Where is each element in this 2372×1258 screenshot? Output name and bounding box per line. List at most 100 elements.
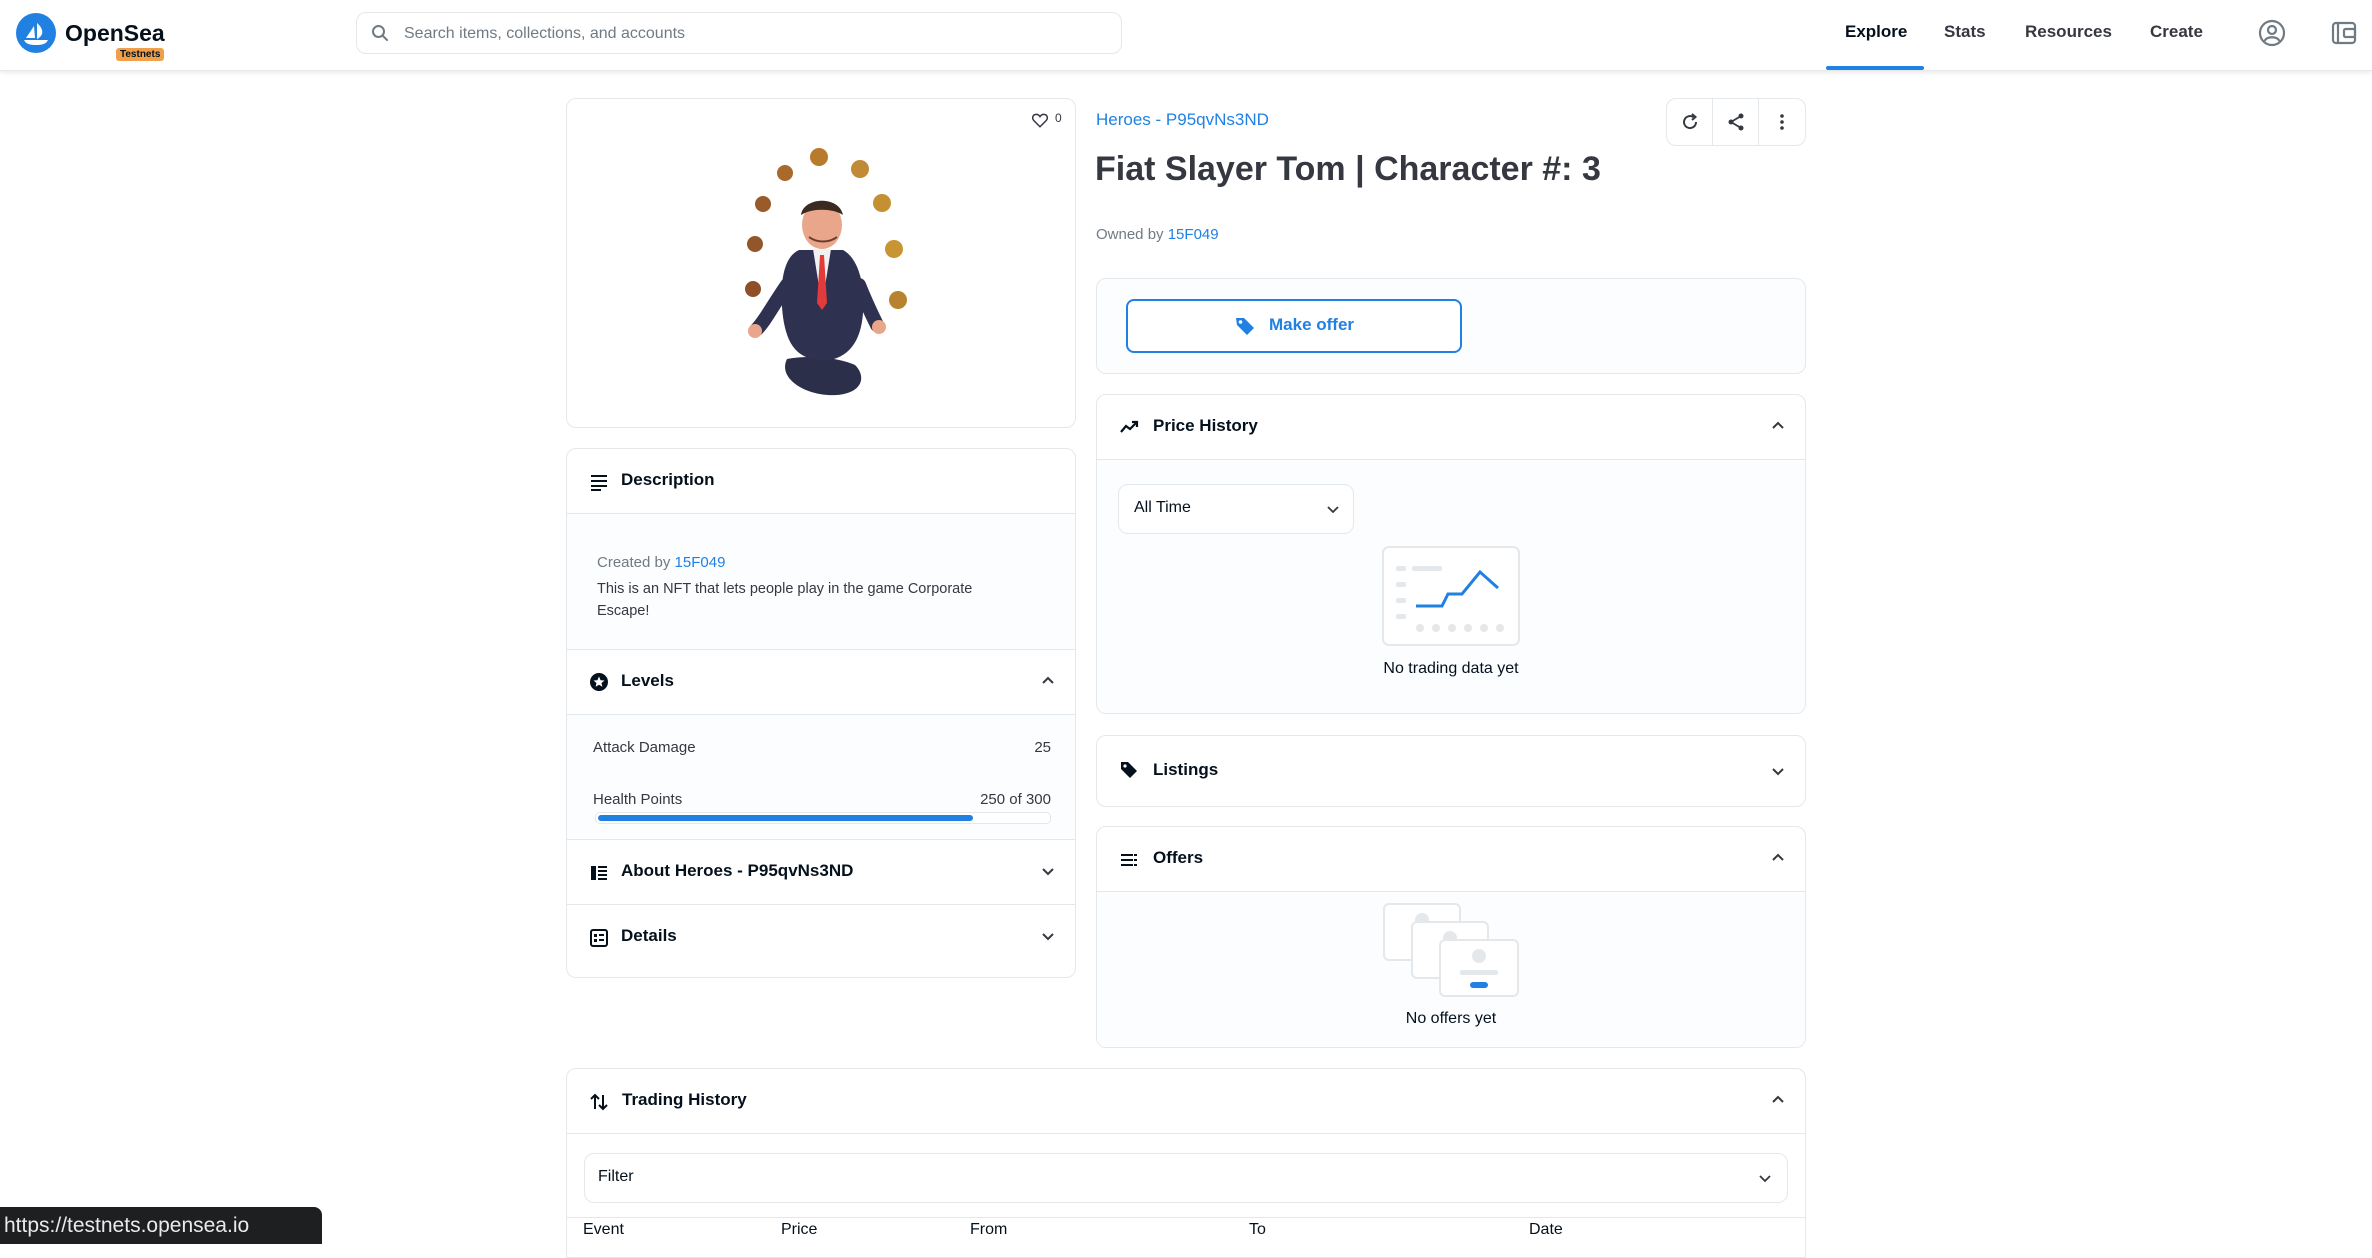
offer-card: Make offer [1096, 278, 1806, 374]
time-range-value: All Time [1134, 499, 1191, 516]
price-history-panel: Price History All Time No trading data y… [1096, 394, 1806, 714]
column-header-from: From [970, 1221, 1008, 1238]
owner-line: Owned by 15F049 [1096, 226, 1219, 243]
price-history-header[interactable]: Price History [1097, 395, 1805, 460]
price-history-title: Price History [1153, 416, 1258, 435]
about-title: About Heroes - P95qvNs3ND [621, 861, 854, 880]
search-bar[interactable] [356, 12, 1122, 55]
nft-image-card: 0 [566, 98, 1076, 428]
refresh-icon [1683, 113, 1698, 130]
filter-label: Filter [598, 1168, 634, 1185]
collection-info-icon [591, 866, 607, 880]
tag-icon [1236, 318, 1254, 335]
price-history-empty: No trading data yet [1383, 660, 1519, 677]
offers-header[interactable]: Offers [1097, 827, 1805, 892]
details-title: Details [621, 926, 677, 945]
description-body: Created by 15F049 This is an NFT that le… [567, 514, 1075, 650]
nft-image[interactable] [717, 145, 927, 407]
empty-offers-icon [1383, 903, 1519, 997]
chevron-up-icon[interactable] [1769, 849, 1787, 867]
search-input[interactable] [402, 13, 1106, 55]
empty-chart-icon [1382, 546, 1520, 646]
levels-body: Attack Damage 25 Health Points 250 of 30… [567, 715, 1075, 840]
details-icon [590, 929, 608, 947]
trading-history-panel: Trading History Filter [566, 1068, 1806, 1258]
chevron-up-icon[interactable] [1769, 1091, 1787, 1109]
opensea-logo-icon[interactable] [16, 13, 56, 53]
level-value: 250 of 300 [980, 791, 1051, 808]
collection-link[interactable]: Heroes - P95qvNs3ND [1096, 110, 1269, 130]
make-offer-button[interactable]: Make offer [1126, 299, 1462, 353]
item-title: Fiat Slayer Tom | Character #: 3 [1095, 150, 1601, 188]
description-title: Description [621, 470, 715, 489]
chevron-up-icon[interactable] [1769, 417, 1787, 435]
nav-stats[interactable]: Stats [1944, 22, 1986, 42]
offers-body: No offers yet [1097, 892, 1805, 1047]
level-label: Health Points [593, 791, 683, 808]
status-url-text: https://testnets.opensea.io [4, 1214, 250, 1237]
levels-title: Levels [621, 671, 674, 690]
nav-resources[interactable]: Resources [2025, 22, 2112, 42]
offers-panel: Offers No offers yet [1096, 826, 1806, 1048]
details-header[interactable]: Details [567, 905, 1075, 969]
offers-empty: No offers yet [1405, 1010, 1497, 1027]
top-navbar: OpenSea Testnets Explore Stats Resources… [0, 0, 2372, 71]
price-history-body: All Time No trading data yet [1097, 460, 1805, 713]
column-header-date: Date [1529, 1221, 1563, 1238]
listings-panel[interactable]: Listings [1096, 735, 1806, 807]
health-progress-bar [595, 812, 1051, 824]
more-options-button[interactable] [1759, 99, 1805, 145]
testnets-badge: Testnets [116, 48, 165, 61]
tag-icon [1121, 762, 1137, 778]
wallet-icon[interactable] [2331, 20, 2357, 46]
chevron-down-icon[interactable] [1039, 927, 1057, 945]
about-header[interactable]: About Heroes - P95qvNs3ND [567, 840, 1075, 905]
time-range-select[interactable]: All Time [1118, 484, 1354, 534]
chevron-down-icon[interactable] [1039, 862, 1057, 880]
trading-history-header[interactable]: Trading History [567, 1069, 1805, 1134]
chevron-down-icon [1759, 1175, 1771, 1183]
account-icon[interactable] [2258, 19, 2286, 47]
share-button[interactable] [1713, 99, 1759, 145]
search-icon [372, 25, 388, 41]
trading-filter-select[interactable]: Filter [584, 1153, 1788, 1203]
listings-title: Listings [1153, 760, 1219, 779]
active-tab-indicator [1826, 66, 1924, 70]
swap-vertical-icon [590, 1093, 608, 1111]
chevron-down-icon [1327, 506, 1339, 514]
chevron-up-icon[interactable] [1039, 672, 1057, 690]
nav-explore[interactable]: Explore [1845, 22, 1907, 42]
created-by-label: Created by [597, 554, 671, 571]
owner-link[interactable]: 15F049 [1168, 226, 1219, 243]
levels-header[interactable]: Levels [567, 650, 1075, 715]
browser-status-url: https://testnets.opensea.io [0, 1207, 322, 1244]
refresh-button[interactable] [1667, 99, 1713, 145]
favorite-count: 0 [1055, 111, 1062, 125]
list-icon [1121, 854, 1137, 866]
nav-create[interactable]: Create [2150, 22, 2203, 42]
heart-icon[interactable] [1031, 111, 1049, 129]
level-value: 25 [1034, 739, 1051, 756]
make-offer-label: Make offer [1269, 315, 1355, 334]
item-toolbar [1666, 98, 1806, 146]
created-by-line: Created by 15F049 [597, 554, 725, 571]
star-circle-icon [590, 673, 608, 691]
logo-text[interactable]: OpenSea [65, 20, 165, 47]
chevron-down-icon[interactable] [1769, 762, 1787, 780]
description-icon [591, 475, 607, 491]
health-progress-fill [598, 815, 973, 821]
owned-by-label: Owned by [1096, 226, 1164, 243]
trading-history-title: Trading History [622, 1090, 747, 1109]
more-vertical-icon [1780, 114, 1784, 130]
column-header-to: To [1249, 1221, 1266, 1238]
trending-up-icon [1120, 420, 1139, 433]
level-label: Attack Damage [593, 739, 696, 756]
table-divider [567, 1217, 1805, 1218]
column-header-event: Event [583, 1221, 624, 1238]
offers-title: Offers [1153, 848, 1204, 867]
share-icon [1728, 113, 1744, 131]
creator-link[interactable]: 15F049 [675, 554, 726, 571]
description-header[interactable]: Description [567, 449, 1075, 514]
description-text: This is an NFT that lets people play in … [597, 581, 973, 619]
column-header-price: Price [781, 1221, 818, 1238]
